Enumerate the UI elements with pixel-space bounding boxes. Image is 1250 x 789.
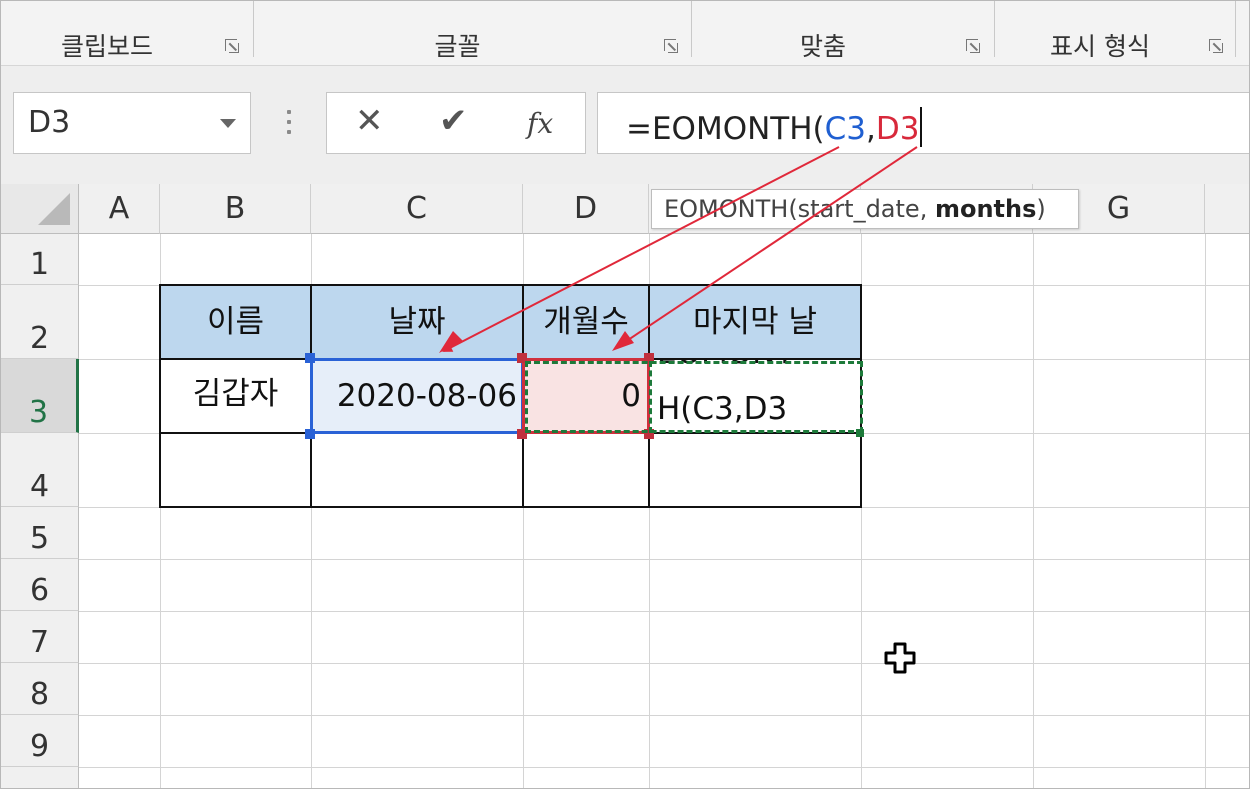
excel-window: 클립보드 글꼴 맞춤 표시 형식 D3 ✕ ✔ fx =EOMONTH(C3,D… xyxy=(0,0,1250,789)
annotation-arrows xyxy=(439,146,918,353)
